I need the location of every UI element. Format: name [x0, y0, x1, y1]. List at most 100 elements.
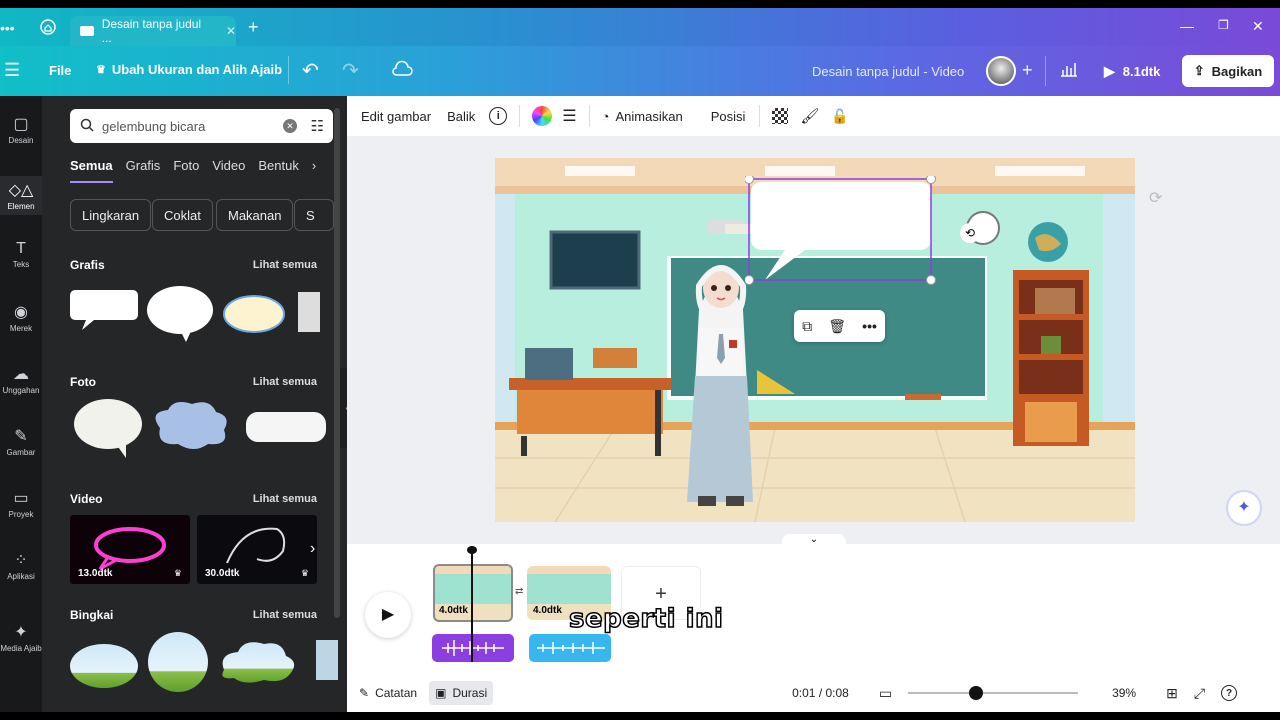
chip-lingkaran[interactable]: Lingkaran	[70, 199, 152, 231]
zoom-slider[interactable]	[908, 686, 1079, 700]
insights-icon[interactable]	[1060, 60, 1078, 78]
apps-icon: ⁘	[14, 552, 28, 569]
menu-dots-icon[interactable]: •••	[0, 20, 15, 36]
edit-image-button[interactable]: Edit gambar	[361, 109, 431, 124]
search-value: gelembung bicara	[102, 118, 206, 134]
minimize-icon[interactable]: —	[1180, 18, 1194, 34]
rail-elemen[interactable]: ◇△ Elemen	[0, 176, 42, 215]
rail-merek[interactable]: ◉ Merek	[0, 302, 42, 333]
rail-aplikasi[interactable]: ⁘ Aplikasi	[0, 550, 42, 581]
video-item[interactable]: 13.0dtk ♛	[70, 515, 190, 584]
help-icon[interactable]: ?	[1221, 685, 1238, 701]
position-button[interactable]: Posisi	[711, 109, 746, 124]
fullscreen-icon[interactable]: ⤢	[1194, 685, 1205, 702]
see-all-bingkai[interactable]: Lihat semua	[253, 609, 317, 621]
divider	[519, 105, 521, 127]
rail-proyek[interactable]: ▭ Proyek	[0, 488, 42, 519]
lock-icon[interactable]: 🔓	[831, 108, 848, 125]
paint-roller-icon[interactable]: 🖌	[800, 107, 819, 125]
rotate-icon[interactable]: ⟳	[1149, 188, 1169, 208]
magic-assistant-icon[interactable]: ✦	[1226, 490, 1262, 526]
play-box-icon: ▣	[435, 686, 447, 700]
close-window-icon[interactable]: ✕	[1252, 18, 1264, 35]
video-item[interactable]: 30.0dtk ♛	[197, 515, 317, 584]
foto-items[interactable]	[70, 398, 340, 464]
grid-view-icon[interactable]: ⊞	[1166, 685, 1178, 702]
speech-bubble-selection[interactable]	[745, 176, 937, 296]
animate-button[interactable]: ◔ Animasikan	[602, 109, 683, 124]
tab-bar: ••• Desain tanpa judul ... ✕ + — ❐ ✕	[0, 8, 1280, 46]
trash-icon[interactable]: 🗑	[828, 318, 846, 335]
audio-track-1[interactable]	[432, 634, 514, 662]
page-view-icon[interactable]: ▭	[879, 685, 892, 702]
tab-active-design[interactable]: Desain tanpa judul ... ✕	[70, 16, 236, 46]
new-tab-icon[interactable]: +	[248, 17, 259, 38]
notes-icon: ✎	[359, 686, 370, 700]
document-title[interactable]: Desain tanpa judul - Video	[812, 64, 964, 79]
color-picker-icon[interactable]	[532, 106, 553, 126]
home-icon[interactable]	[40, 19, 56, 35]
more-icon[interactable]: •••	[862, 318, 877, 334]
maximize-icon[interactable]: ❐	[1218, 18, 1229, 32]
grafis-items[interactable]	[68, 286, 338, 344]
see-all-grafis[interactable]: Lihat semua	[253, 259, 317, 271]
rail-gambar[interactable]: ✎ Gambar	[0, 426, 42, 457]
search-input[interactable]: gelembung bicara ✕ ☷	[70, 109, 333, 143]
add-collaborator-icon[interactable]: +	[1022, 60, 1033, 81]
avatar[interactable]	[986, 56, 1016, 86]
see-all-foto[interactable]: Lihat semua	[253, 376, 317, 388]
see-all-video[interactable]: Lihat semua	[253, 493, 317, 505]
tab-grafis[interactable]: Grafis	[126, 158, 161, 183]
cloud-save-icon[interactable]	[391, 60, 413, 78]
zoom-track	[908, 692, 1079, 694]
chip-more[interactable]: S	[294, 199, 334, 231]
share-button[interactable]: ⇪ Bagikan	[1182, 55, 1274, 87]
rotate-handle-icon[interactable]: ⟲	[960, 223, 980, 243]
close-icon[interactable]: ✕	[226, 24, 236, 38]
clear-icon[interactable]: ✕	[283, 119, 297, 133]
play-button[interactable]: ▶ 8.1dtk	[1094, 57, 1170, 85]
rail-desain[interactable]: ▢ Desain	[0, 114, 42, 145]
bottom-bar: ✎ Catatan ▣ Durasi 0:01 / 0:08 ▭ 39% ⊞ ⤢ ?	[347, 674, 1280, 712]
timeline-collapse-handle[interactable]: ⌄	[782, 534, 846, 548]
audio-track-2[interactable]	[529, 634, 611, 662]
tab-foto[interactable]: Foto	[173, 158, 199, 183]
filter-icon[interactable]: ☷	[311, 117, 324, 135]
undo-icon[interactable]: ↶	[302, 58, 319, 83]
tab-semua[interactable]: Semua	[70, 158, 113, 183]
animate-icon: ◔	[601, 108, 610, 124]
elements-icon: ◇△	[8, 182, 34, 199]
rail-unggahan[interactable]: ☁ Unggahan	[0, 364, 42, 395]
file-menu[interactable]: File	[49, 63, 71, 78]
chevron-right-icon[interactable]: ›	[310, 540, 315, 558]
hamburger-icon[interactable]: ☰	[4, 60, 20, 81]
duplicate-icon[interactable]: ⧉	[802, 318, 812, 335]
crown-icon: ♛	[300, 568, 309, 578]
chevron-right-icon[interactable]: ›	[312, 158, 316, 183]
transition-icon[interactable]: ⇄	[515, 586, 523, 597]
panel-scrollbar[interactable]	[334, 108, 340, 618]
video-duration: 13.0dtk	[78, 568, 113, 579]
bingkai-items[interactable]	[68, 630, 338, 700]
info-icon[interactable]: i	[489, 107, 508, 125]
playhead[interactable]	[471, 550, 473, 662]
flip-button[interactable]: Balik	[447, 109, 475, 124]
timeline-clip[interactable]: 4.0dtk	[433, 564, 513, 622]
chip-coklat[interactable]: Coklat	[152, 199, 213, 231]
playhead-handle[interactable]	[467, 546, 477, 554]
crown-icon: ♛	[96, 64, 106, 76]
chip-makanan[interactable]: Makanan	[216, 199, 294, 231]
notes-button[interactable]: ✎ Catatan	[359, 686, 417, 700]
resize-button[interactable]: ♛ Ubah Ukuran dan Alih Ajaib	[96, 62, 282, 77]
redo-icon[interactable]: ↷	[342, 58, 359, 83]
duration-button[interactable]: ▣ Durasi	[429, 681, 494, 705]
timeline-play-button[interactable]: ▶	[365, 592, 411, 638]
border-style-icon[interactable]: ☰	[562, 106, 576, 126]
rail-label: Merek	[9, 324, 33, 333]
tab-bentuk[interactable]: Bentuk	[258, 158, 298, 183]
transparency-icon[interactable]	[772, 108, 789, 124]
rail-media-ajaib[interactable]: ✦ Media Ajaib	[0, 622, 42, 653]
tab-video[interactable]: Video	[212, 158, 245, 183]
zoom-knob[interactable]	[968, 686, 983, 700]
rail-teks[interactable]: T Teks	[0, 240, 42, 269]
